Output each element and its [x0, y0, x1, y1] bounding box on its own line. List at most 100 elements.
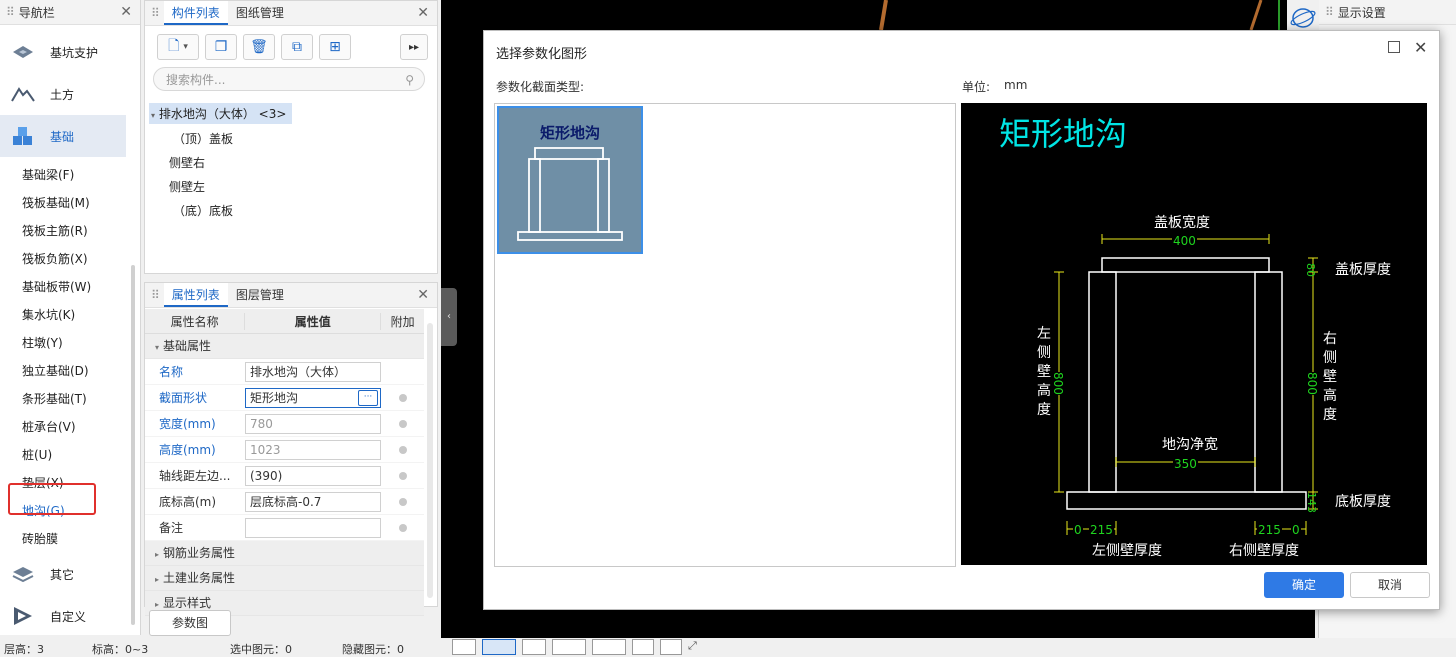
- tree-child-item[interactable]: 侧壁右: [169, 154, 205, 171]
- prop-value-input[interactable]: 1023: [245, 439, 381, 460]
- prop-value-input[interactable]: 排水地沟（大体）: [245, 361, 381, 382]
- expand-icon[interactable]: ⤢: [688, 639, 702, 653]
- ellipsis-button[interactable]: ···: [358, 389, 378, 406]
- left-offset-value: 0: [1073, 523, 1083, 537]
- nav-sub-raft-neg-rebar[interactable]: 筏板负筋(X): [0, 245, 140, 273]
- right-wall-value: 215: [1257, 523, 1282, 537]
- close-icon[interactable]: ✕: [417, 287, 429, 303]
- expand-arrow-icon: ▸: [155, 550, 160, 559]
- tab-component-list[interactable]: 构件列表: [163, 1, 228, 25]
- prop-value-input[interactable]: 矩形地沟 ···: [245, 387, 381, 408]
- tree-child-item[interactable]: （底）底板: [173, 202, 233, 219]
- nav-sub-strip-footing[interactable]: 条形基础(T): [0, 385, 140, 413]
- extra-dot-icon[interactable]: [399, 471, 407, 480]
- extra-dot-icon[interactable]: [399, 497, 407, 506]
- nav-header: ⠿ 导航栏 ✕: [0, 0, 140, 25]
- table-row: 截面形状 矩形地沟 ···: [145, 385, 424, 411]
- extra-dot-icon[interactable]: [399, 445, 407, 454]
- unit-label: 单位:: [962, 80, 991, 94]
- prop-value-input[interactable]: 780: [245, 413, 381, 434]
- nav-sub-foundation-beam[interactable]: 基础梁(F): [0, 161, 140, 189]
- char: 右: [1323, 331, 1337, 347]
- clear-width-label: 地沟净宽: [1162, 437, 1218, 453]
- property-panel-header: ⠿ 属性列表 图层管理 ✕: [145, 283, 437, 308]
- new-component-button[interactable]: 🗋 ▾: [157, 34, 199, 60]
- collapse-arrow-icon[interactable]: ▾: [151, 111, 155, 120]
- nav-sub-slab-strip[interactable]: 基础板带(W): [0, 273, 140, 301]
- group-civil-properties[interactable]: ▸ 土建业务属性: [145, 566, 424, 591]
- component-list-panel: ⠿ 构件列表 图纸管理 ✕ 🗋 ▾ ❐ 🗑 ⧉ ⊞ ▸▸ 搜索构件... ⚲ ▾ …: [144, 0, 438, 274]
- tree-child-item[interactable]: 侧壁左: [169, 178, 205, 195]
- prop-name: 截面形状: [159, 391, 208, 405]
- copy-button[interactable]: ❐: [205, 34, 237, 60]
- maximize-icon[interactable]: [1388, 41, 1400, 53]
- parametric-shape-dialog: 选择参数化图形 ✕ 参数化截面类型: 单位: mm 矩形地沟 矩形地沟 盖板宽度…: [483, 30, 1440, 610]
- drag-grip-icon[interactable]: ⠿: [151, 288, 160, 302]
- dialog-title: 选择参数化图形: [496, 47, 588, 62]
- nav-sub-pile[interactable]: 桩(U): [0, 441, 140, 469]
- drag-grip-icon[interactable]: ⠿: [6, 5, 15, 19]
- close-icon[interactable]: ✕: [120, 4, 132, 20]
- nav-sub-column-pier[interactable]: 柱墩(Y): [0, 329, 140, 357]
- table-row: 名称 排水地沟（大体）: [145, 359, 424, 385]
- nav-sub-raft-main-rebar[interactable]: 筏板主筋(R): [0, 217, 140, 245]
- expand-toolbar-button[interactable]: ▸▸: [400, 34, 428, 60]
- nav-sub-brick-mold[interactable]: 砖胎膜: [0, 525, 140, 553]
- close-icon[interactable]: ✕: [1414, 38, 1427, 57]
- nav-item-custom[interactable]: 自定义: [0, 595, 140, 637]
- property-table-header: 属性名称 属性值 附加: [145, 309, 424, 334]
- drag-grip-icon[interactable]: ⠿: [151, 6, 160, 20]
- group-basic-properties[interactable]: ▾ 基础属性: [145, 334, 424, 359]
- tab-drawing-management[interactable]: 图纸管理: [228, 1, 292, 25]
- group-label: 土建业务属性: [163, 571, 236, 585]
- prop-name: 宽度(mm): [159, 417, 216, 431]
- nav-item-other[interactable]: 其它: [0, 553, 140, 595]
- group-rebar-properties[interactable]: ▸ 钢筋业务属性: [145, 541, 424, 566]
- ok-button[interactable]: 确定: [1264, 572, 1344, 598]
- cancel-button[interactable]: 取消: [1350, 572, 1430, 598]
- prop-name: 名称: [159, 365, 184, 379]
- collapse-panel-handle[interactable]: ‹: [441, 288, 457, 346]
- base-thickness-value: 143: [1305, 492, 1318, 513]
- shape-thumbnail-rect-trench[interactable]: 矩形地沟: [497, 106, 643, 254]
- property-table: 属性名称 属性值 附加 ▾ 基础属性 名称 排水地沟（大体） 截面形状 矩形地沟 …: [145, 309, 424, 616]
- tree-child-item[interactable]: （顶）盖板: [173, 130, 233, 147]
- nav-sub-pile-cap[interactable]: 桩承台(V): [0, 413, 140, 441]
- nav-sub-raft[interactable]: 筏板基础(M): [0, 189, 140, 217]
- char: 侧: [1323, 350, 1337, 366]
- search-input[interactable]: 搜索构件... ⚲: [153, 67, 425, 91]
- pit-icon: [10, 41, 36, 63]
- drag-grip-icon[interactable]: ⠿: [1325, 5, 1334, 19]
- tree-root-item[interactable]: ▾ 排水地沟（大体） <3>: [149, 103, 293, 124]
- prop-value-input[interactable]: 层底标高-0.7: [245, 491, 381, 512]
- tab-property-list[interactable]: 属性列表: [163, 283, 228, 307]
- tab-layer-management[interactable]: 图层管理: [228, 283, 292, 307]
- group-label: 显示样式: [163, 596, 212, 610]
- char: 度: [1323, 407, 1337, 423]
- earthwork-icon: [10, 83, 36, 105]
- extra-dot-icon[interactable]: [399, 523, 407, 532]
- delete-button[interactable]: 🗑: [243, 34, 275, 60]
- param-diagram-button[interactable]: 参数图: [149, 610, 231, 636]
- display-settings-title: 显示设置: [1337, 5, 1386, 20]
- nav-item-foundation[interactable]: 基础: [0, 115, 126, 157]
- duplicate-button[interactable]: ⧉: [281, 34, 313, 60]
- right-wall-height-value: 800: [1305, 372, 1319, 395]
- nav-item-earthwork[interactable]: 土方: [0, 73, 140, 115]
- group-label: 基础属性: [163, 339, 212, 353]
- close-icon[interactable]: ✕: [417, 5, 429, 21]
- table-row: 底标高(m) 层底标高-0.7: [145, 489, 424, 515]
- status-elevation: 标高：0~3: [92, 643, 149, 656]
- extra-dot-icon[interactable]: [399, 419, 407, 428]
- nav-scrollbar[interactable]: [131, 265, 135, 625]
- base-thickness-label: 底板厚度: [1335, 494, 1391, 510]
- floor-copy-button[interactable]: ⊞: [319, 34, 351, 60]
- status-bar: 层高：3 标高：0~3 选中图元：0 隐藏图元：0 ⤢: [0, 638, 1456, 656]
- extra-dot-icon[interactable]: [399, 393, 407, 402]
- prop-value-input[interactable]: [245, 517, 381, 538]
- nav-item-pit-support[interactable]: 基坑支护: [0, 31, 140, 73]
- nav-sub-isolated-footing[interactable]: 独立基础(D): [0, 357, 140, 385]
- property-scrollbar[interactable]: [427, 323, 433, 598]
- nav-sub-sump[interactable]: 集水坑(K): [0, 301, 140, 329]
- prop-value-input[interactable]: (390): [245, 465, 381, 486]
